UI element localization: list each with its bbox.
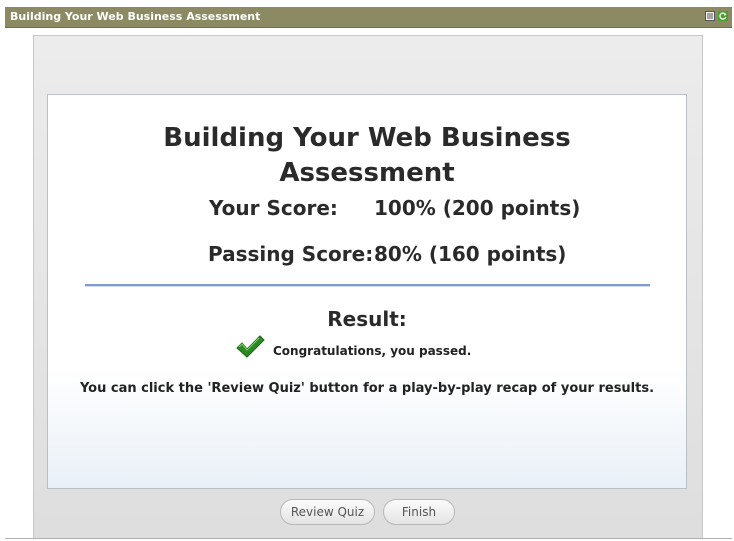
status-message: Congratulations, you passed. [273,344,472,358]
review-quiz-button[interactable]: Review Quiz [280,499,375,525]
window-title: Building Your Web Business Assessment [10,10,261,23]
quiz-title-line2: Assessment [279,158,455,188]
title-bar: Building Your Web Business Assessment [5,7,732,28]
review-hint: You can click the 'Review Quiz' button f… [79,381,655,396]
your-score-value: 100% (200 points) [374,196,581,220]
passing-score-value: 80% (160 points) [374,242,567,266]
refresh-icon[interactable] [718,11,728,21]
bottom-border [5,538,732,539]
divider [85,284,650,287]
notes-icon[interactable] [705,11,715,21]
checkmark-icon [236,335,265,358]
passing-score-label: Passing Score: [208,242,374,266]
result-slide: Building Your Web Business Assessment Yo… [47,94,687,489]
finish-button[interactable]: Finish [383,499,455,525]
quiz-title-line1: Building Your Web Business [163,123,571,153]
your-score-label: Your Score: [209,196,338,220]
result-label: Result: [327,307,407,331]
